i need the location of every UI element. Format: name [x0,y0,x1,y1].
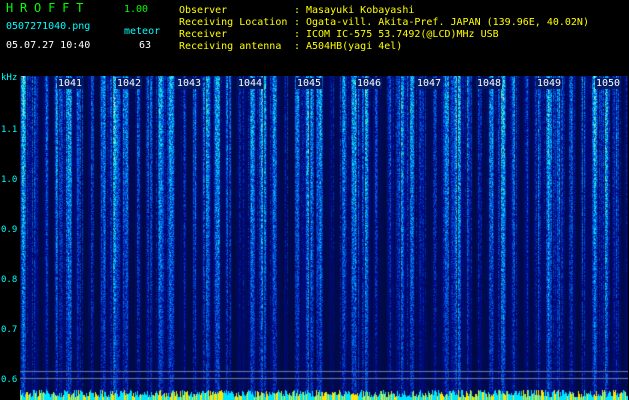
app-version: 1.00 [124,4,149,15]
info-separator: : [294,17,301,28]
y-tick-label: 0.6 [1,375,18,385]
axis-unit-label: kHz [1,73,18,83]
info-value-antenna: A504HB(yagi 4el) [306,41,403,52]
info-separator: : [294,29,301,40]
image-filename: 0507271040.png [6,21,91,32]
minute-label: 1046 [356,78,383,89]
y-tick-label: 1.1 [1,125,18,135]
info-label-antenna: Receiving antenna [179,41,282,52]
info-separator: : [294,5,301,16]
info-value-observer: Masayuki Kobayashi [306,5,415,16]
info-value-location: Ogata-vill. Akita-Pref. JAPAN (139.96E, … [306,17,589,28]
minute-label: 1042 [116,78,143,89]
y-tick-label: 1.0 [1,175,18,185]
minute-label: 1049 [536,78,563,89]
app-title: HROFFT [6,1,91,15]
info-label-receiver: Receiver [179,29,228,40]
y-tick-label: 0.9 [1,225,18,235]
minute-label: 1041 [57,78,84,89]
minute-label: 1047 [416,78,443,89]
info-label-observer: Observer [179,5,228,16]
minute-label: 1050 [595,78,622,89]
minute-label: 1045 [296,78,323,89]
spectrogram-canvas [20,76,628,400]
info-value-receiver: ICOM IC-575 53.7492(@LCD)MHz USB [306,29,499,40]
minute-label: 1048 [476,78,503,89]
y-tick-label: 0.8 [1,275,18,285]
capture-datetime: 05.07.27 10:40 [6,40,91,51]
minute-label: 1043 [176,78,203,89]
info-label-location: Receiving Location [179,17,288,28]
y-tick-label: 0.7 [1,325,18,335]
info-separator: : [294,41,301,52]
mode-label: meteor [124,26,161,37]
frequency-axis: kHz 1.1 1.0 0.9 0.8 0.7 0.6 [0,70,22,390]
meteor-count: 63 [139,40,152,51]
header-panel: HROFFT 1.00 0507271040.png 05.07.27 10:4… [0,0,629,74]
minute-label: 1044 [237,78,264,89]
